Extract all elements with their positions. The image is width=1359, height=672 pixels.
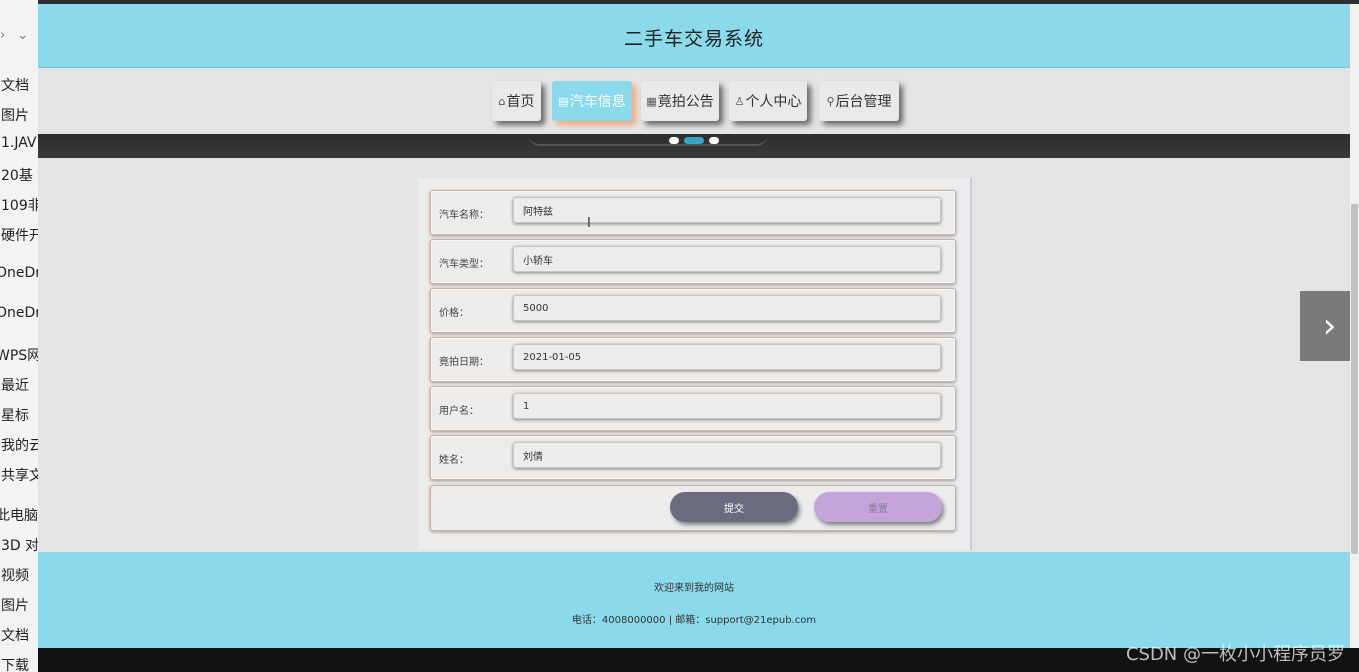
sidebar-item[interactable]: 共享文	[1, 465, 38, 485]
form-row-username: 用户名：	[430, 386, 956, 431]
footer-contact: 电话：4008000000 | 邮箱：support@21epub.com	[571, 615, 817, 626]
name-field[interactable]	[513, 442, 941, 468]
user-icon: ♙	[734, 94, 745, 108]
nav-item-home[interactable]: ⌂ 首页	[492, 81, 541, 121]
site-footer: 欢迎来到我的网站 电话：4008000000 | 邮箱：support@21ep…	[38, 552, 1350, 648]
carousel-dot-active[interactable]	[684, 137, 704, 144]
nav-label: 汽车信息	[569, 94, 626, 110]
text-cursor-icon: I	[587, 216, 591, 231]
browser-viewport: 二手车交易系统 ⌂ 首页 ▤ 汽车信息 ▦ 竟拍公告 ♙ 个人中心 ⚲ 后台管理 汽车名称…	[38, 0, 1359, 648]
carousel-dot[interactable]	[669, 137, 679, 144]
banner-image-edge	[528, 134, 768, 146]
sidebar-item[interactable]: 下载	[1, 655, 29, 672]
form-row-price: 价格：	[430, 288, 956, 333]
sidebar-item[interactable]: 文档	[1, 625, 29, 645]
field-label: 姓名：	[439, 455, 469, 466]
watermark: CSDN @一枚小小程序员罗	[1125, 644, 1345, 665]
nav-item-car-info[interactable]: ▤ 汽车信息	[552, 81, 632, 121]
sidebar-item[interactable]: 星标	[1, 405, 29, 425]
car-info-form: 汽车名称： 汽车类型： 价格： 竟拍日期： 用户名： 姓名： 提交 重置	[418, 178, 972, 550]
sidebar-item[interactable]: 最近	[1, 375, 29, 395]
sidebar-item[interactable]: WPS网	[0, 345, 38, 365]
field-label: 竟拍日期：	[439, 357, 489, 368]
username-field[interactable]	[513, 393, 941, 419]
footer-welcome: 欢迎来到我的网站	[654, 583, 734, 594]
sidebar-item[interactable]: 图片	[1, 105, 29, 125]
chevron-right-icon: ›	[1322, 306, 1337, 346]
reset-button[interactable]: 重置	[814, 492, 942, 522]
forward-icon[interactable]: ›	[0, 28, 5, 43]
file-explorer-sidebar: ›⌄ 文档 图片 1.JAV 20基 109非 硬件开 OneDr OneDr …	[0, 0, 39, 672]
sidebar-item[interactable]: 1.JAV	[1, 135, 37, 151]
main-nav: ⌂ 首页 ▤ 汽车信息 ▦ 竟拍公告 ♙ 个人中心 ⚲ 后台管理	[38, 68, 1350, 134]
sidebar-item[interactable]: 硬件开	[1, 225, 38, 245]
sidebar-item[interactable]: OneDr	[0, 265, 38, 281]
form-actions: 提交 重置	[430, 485, 956, 531]
sidebar-item[interactable]: 视频	[1, 565, 29, 585]
nav-label: 后台管理	[835, 94, 892, 110]
form-row-car-name: 汽车名称：	[430, 190, 956, 235]
sidebar-item[interactable]: 文档	[1, 75, 29, 95]
link-icon: ⚲	[826, 94, 835, 108]
chevron-down-icon[interactable]: ⌄	[17, 28, 28, 43]
field-label: 汽车名称：	[439, 210, 489, 221]
sidebar-item[interactable]: 图片	[1, 595, 29, 615]
sidebar-item[interactable]: OneDr	[0, 305, 38, 321]
form-row-auction-date: 竟拍日期：	[430, 337, 956, 382]
list-icon: ▤	[558, 94, 569, 108]
sidebar-item[interactable]: 109非	[1, 195, 38, 215]
page-title: 二手车交易系统	[623, 28, 764, 50]
sidebar-item[interactable]: 此电脑	[0, 505, 38, 525]
form-row-name: 姓名：	[430, 435, 956, 480]
explorer-nav-arrows: › ⌄	[0, 28, 38, 43]
submit-button[interactable]: 提交	[670, 492, 798, 522]
nav-item-auction-notice[interactable]: ▦ 竟拍公告	[641, 81, 719, 121]
price-field[interactable]	[513, 295, 941, 321]
sidebar-item[interactable]: 20基	[1, 165, 33, 185]
nav-item-personal-center[interactable]: ♙ 个人中心	[729, 81, 807, 121]
car-type-field[interactable]	[513, 246, 941, 272]
nav-label: 竟拍公告	[657, 94, 714, 110]
carousel-banner	[38, 134, 1350, 158]
sidebar-item[interactable]: 我的云	[1, 435, 38, 455]
site-header: 二手车交易系统	[38, 4, 1350, 68]
nav-item-admin[interactable]: ⚲ 后台管理	[819, 81, 899, 121]
home-icon: ⌂	[498, 94, 506, 108]
field-label: 用户名：	[439, 406, 479, 417]
field-label: 价格：	[439, 308, 469, 319]
field-label: 汽车类型：	[439, 259, 489, 270]
form-row-car-type: 汽车类型：	[430, 239, 956, 284]
nav-label: 个人中心	[745, 94, 802, 110]
carousel-dot[interactable]	[709, 137, 719, 144]
scrollbar-thumb[interactable]	[1351, 204, 1358, 554]
sidebar-item[interactable]: 3D 对	[1, 535, 38, 555]
nav-label: 首页	[506, 94, 535, 110]
calendar-icon: ▦	[646, 94, 657, 108]
car-name-field[interactable]	[513, 197, 941, 223]
page-scrollbar[interactable]	[1350, 4, 1359, 648]
auction-date-field[interactable]	[513, 344, 941, 370]
